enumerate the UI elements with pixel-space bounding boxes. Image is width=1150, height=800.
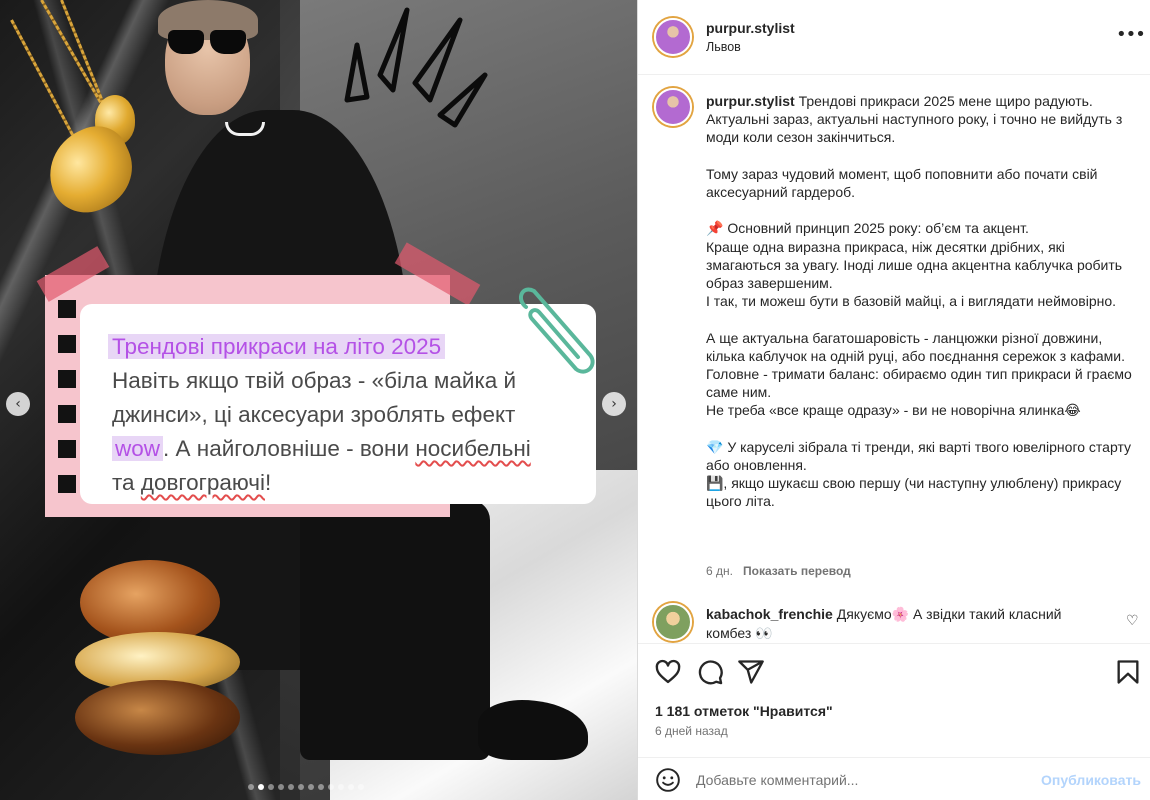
comment-text: kabachok_frenchie Дякуємо🌸 А звідки таки… — [706, 606, 1062, 641]
carousel-dot — [278, 784, 284, 790]
carousel-dot — [318, 784, 324, 790]
avatar[interactable] — [654, 603, 692, 641]
caption-age: 6 дн. — [706, 564, 733, 578]
chevron-left-icon: ‹ — [15, 396, 21, 412]
carousel-next-button[interactable]: › — [602, 392, 626, 416]
highlight-wow: wow — [112, 436, 164, 461]
post-media-carousel[interactable]: Трендові прикраси на літо 2025 Навіть як… — [0, 0, 637, 800]
carousel-dot — [298, 784, 304, 790]
post-header: purpur.stylist Львов ••• — [638, 0, 1150, 75]
card-line: Навіть якщо твій образ - «біла майка й — [112, 368, 517, 393]
carousel-dots — [248, 784, 364, 790]
add-comment-bar: Опубликовать — [638, 757, 1150, 800]
post-panel: purpur.stylist Львов ••• purpur.stylist … — [637, 0, 1150, 800]
post-actions — [638, 643, 1150, 703]
notebook-holes — [58, 300, 76, 500]
share-send-icon[interactable] — [737, 658, 765, 686]
author-username[interactable]: purpur.stylist — [706, 20, 795, 36]
avatar[interactable] — [654, 18, 692, 56]
translate-link[interactable]: Показать перевод — [743, 564, 851, 578]
card-line: та довгограючі! — [112, 470, 272, 495]
caption-body: Трендові прикраси 2025 мене щиро радують… — [706, 93, 1132, 510]
carousel-dot — [348, 784, 354, 790]
caption-username[interactable]: purpur.stylist — [706, 93, 795, 109]
carousel-dot — [258, 784, 264, 790]
post-location[interactable]: Львов — [706, 40, 741, 54]
carousel-prev-button[interactable]: ‹ — [6, 392, 30, 416]
publish-button[interactable]: Опубликовать — [1041, 772, 1141, 788]
comment-username[interactable]: kabachok_frenchie — [706, 606, 833, 622]
comment-bubble-icon[interactable] — [696, 658, 724, 686]
carousel-dot — [338, 784, 344, 790]
likes-count[interactable]: 1 181 отметок "Нравится" — [655, 703, 833, 719]
doodle-lines — [344, 7, 488, 128]
ring-stack — [75, 560, 240, 755]
carousel-dot — [328, 784, 334, 790]
emoji-icon[interactable] — [655, 767, 681, 793]
comments-scroll-area[interactable]: purpur.stylist Трендові прикраси 2025 ме… — [638, 75, 1150, 643]
chevron-right-icon: › — [611, 396, 617, 412]
carousel-dot — [268, 784, 274, 790]
spellcheck-word: довгограючі — [140, 470, 265, 495]
post-date: 6 дней назад — [655, 724, 728, 738]
carousel-dot — [248, 784, 254, 790]
model-legs — [300, 500, 490, 760]
paperclip — [518, 287, 595, 374]
post-caption: purpur.stylist Трендові прикраси 2025 ме… — [706, 92, 1136, 511]
card-line: wow. А найголовніше - вони носибельні — [112, 432, 568, 466]
card-line: джинси», ці аксесуари зроблять ефект — [112, 402, 516, 427]
card-title: Трендові прикраси на літо 2025 — [108, 334, 446, 359]
more-options-icon[interactable]: ••• — [1116, 24, 1146, 45]
comment-input[interactable] — [696, 767, 1026, 793]
spellcheck-word: носибельні — [415, 436, 531, 461]
carousel-dot — [358, 784, 364, 790]
caption-meta: 6 дн. Показать перевод — [706, 564, 851, 578]
like-heart-icon[interactable] — [654, 658, 682, 686]
carousel-dot — [288, 784, 294, 790]
carousel-dot — [308, 784, 314, 790]
avatar[interactable] — [654, 88, 692, 126]
sunglasses — [168, 30, 246, 56]
save-bookmark-icon[interactable] — [1114, 658, 1142, 686]
comment-like-heart-icon[interactable]: ♡ — [1126, 613, 1139, 629]
